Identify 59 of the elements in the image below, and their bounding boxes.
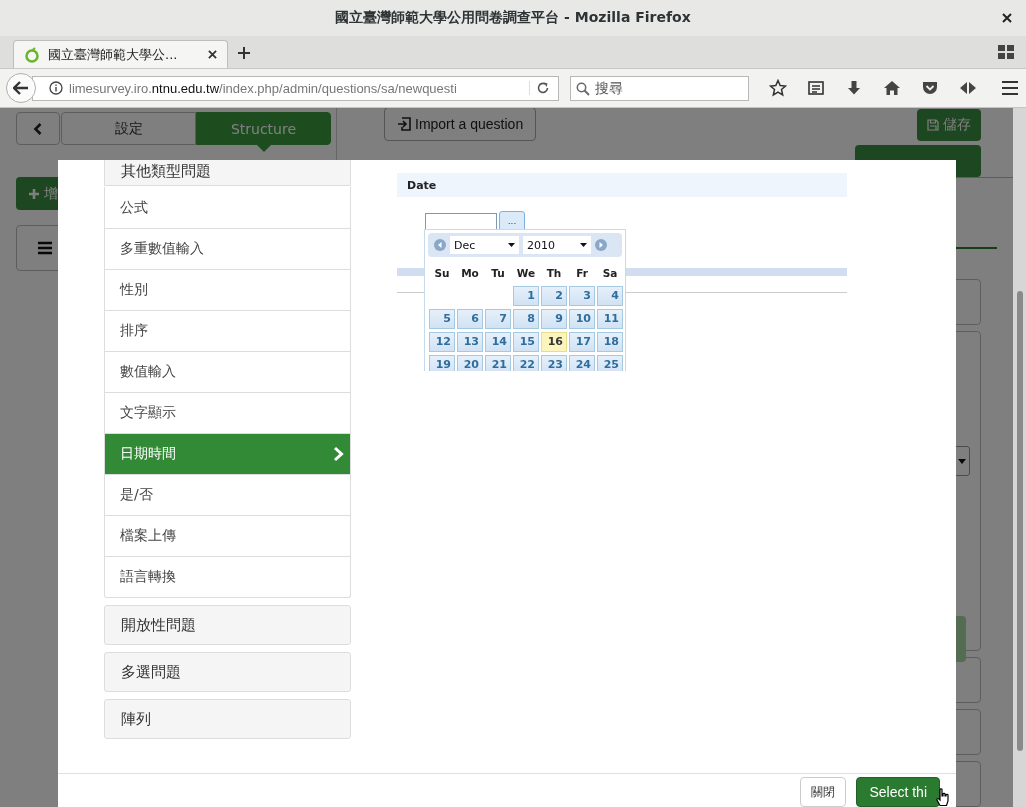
year-select[interactable]: 2010 (523, 236, 591, 254)
day-cell[interactable]: 13 (457, 332, 483, 352)
day-cell[interactable]: 24 (569, 355, 595, 371)
question-type-item[interactable]: 語言轉換 (105, 556, 350, 597)
day-cell[interactable]: 9 (541, 309, 567, 329)
weekday-label: Fr (575, 266, 589, 281)
day-cell[interactable]: 7 (485, 309, 511, 329)
question-type-item[interactable]: 檔案上傳 (105, 515, 350, 556)
group-heading[interactable]: 陣列 (104, 699, 351, 739)
day-cell[interactable]: 21 (485, 355, 511, 371)
weekday-label: Th (545, 266, 563, 281)
question-type-item[interactable]: 是/否 (105, 474, 350, 515)
browser-tab[interactable]: 國立臺灣師範大學公... (13, 40, 228, 68)
day-cell[interactable]: 22 (513, 355, 539, 371)
day-cell[interactable]: 8 (513, 309, 539, 329)
question-type-item[interactable]: 性別 (105, 269, 350, 310)
day-cell[interactable]: 12 (429, 332, 455, 352)
day-cell[interactable]: 1 (513, 286, 539, 306)
question-title: Date (397, 173, 847, 197)
weekday-label: Tu (490, 266, 506, 281)
day-cell[interactable]: 5 (429, 309, 455, 329)
month-select[interactable]: Dec (450, 236, 519, 254)
sidebar-tab[interactable]: 設定 (61, 112, 196, 145)
day-cell[interactable]: 6 (457, 309, 483, 329)
close-button[interactable]: 關閉 (800, 777, 847, 807)
group-heading[interactable]: 其他類型問題 (104, 160, 351, 186)
add-label: 增 (44, 184, 58, 203)
question-type-item[interactable]: 數值輸入 (105, 351, 350, 392)
day-cell[interactable]: 18 (597, 332, 623, 352)
group-heading[interactable]: 多選問題 (104, 652, 351, 692)
day-cell[interactable]: 11 (597, 309, 623, 329)
day-cell[interactable]: 3 (569, 286, 595, 306)
group-heading[interactable]: 開放性問題 (104, 605, 351, 645)
day-cell[interactable]: 23 (541, 355, 567, 371)
day-cell[interactable]: 25 (597, 355, 623, 371)
weekday-label: Sa (601, 266, 619, 281)
question-type-item[interactable]: 多重數值輸入 (105, 228, 350, 269)
day-cell[interactable]: 16 (541, 332, 567, 352)
day-cell[interactable]: 20 (457, 355, 483, 371)
question-type-item[interactable]: 公式 (105, 187, 350, 228)
weekday-label: Su (433, 266, 451, 281)
url-text: limesurvey.iro.ntnu.edu.tw/index.php/admin/questions/sa/newquesti (69, 80, 458, 96)
import-button[interactable]: Import a question (384, 108, 537, 141)
day-cell[interactable]: 14 (485, 332, 511, 352)
search-field[interactable]: 搜尋 (570, 75, 749, 101)
day-cell[interactable]: 19 (429, 355, 455, 371)
day-cell[interactable]: 2 (541, 286, 567, 306)
weekday-label: Mo (460, 266, 480, 281)
day-cell[interactable]: 17 (569, 332, 595, 352)
day-cell[interactable]: 10 (569, 309, 595, 329)
day-cell[interactable]: 15 (513, 332, 539, 352)
window-title: 國立臺灣師範大學公用問卷調查平台 - Mozilla Firefox (335, 9, 691, 27)
weekday-label: We (515, 266, 537, 281)
question-type-item[interactable]: 排序 (105, 310, 350, 351)
day-cell[interactable]: 4 (597, 286, 623, 306)
question-type-item[interactable]: 日期時間 (105, 433, 350, 474)
save-button[interactable]: 儲存 (917, 109, 981, 141)
address-field[interactable]: limesurvey.iro.ntnu.edu.tw/index.php/admin/questions/sa/newquesti (32, 75, 559, 101)
select-button[interactable]: Select thi (856, 777, 940, 807)
